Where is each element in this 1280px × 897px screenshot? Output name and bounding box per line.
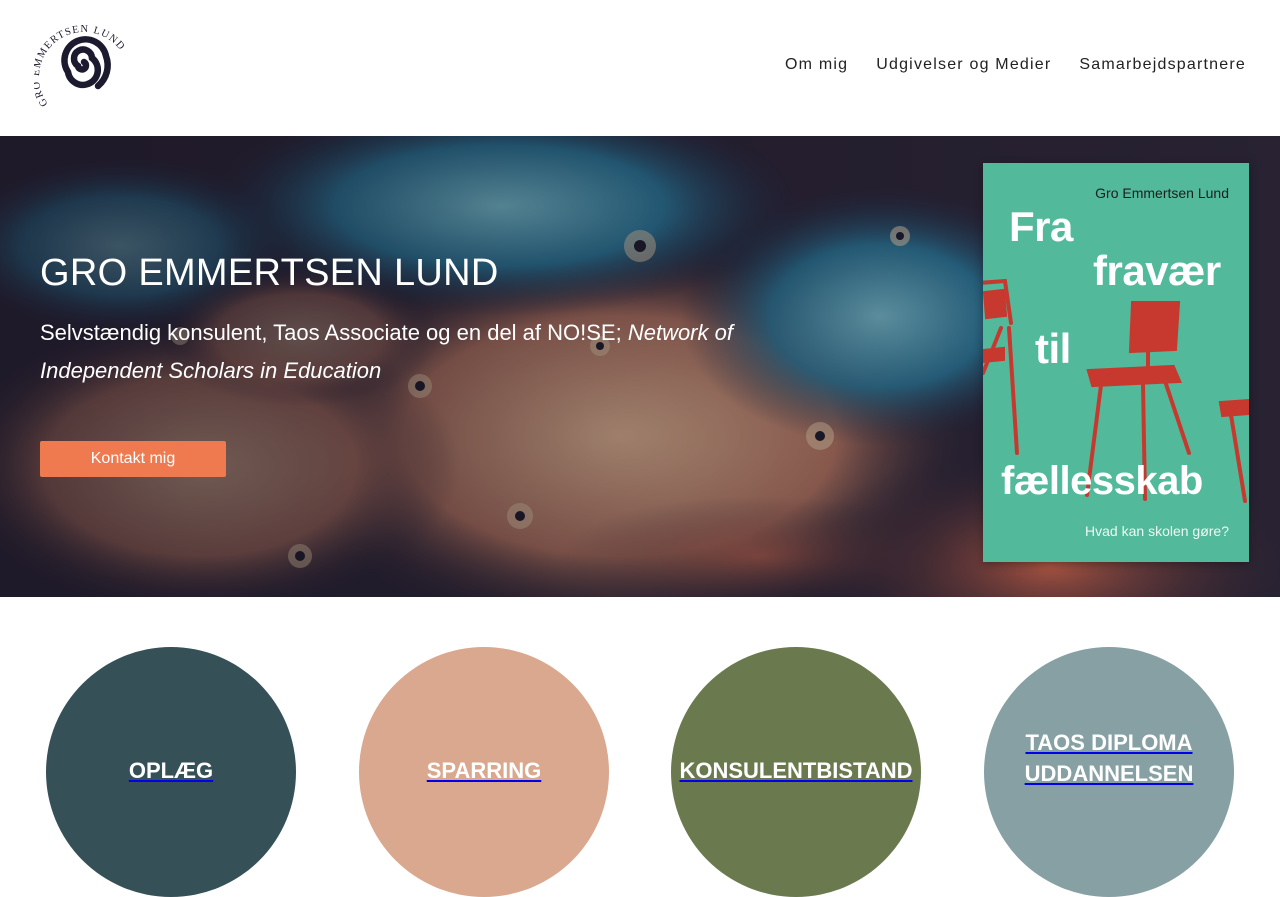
- hero-subtitle-plain: Selvstændig konsulent, Taos Associate og…: [40, 320, 628, 345]
- book-cover[interactable]: Gro Emmertsen Lund Fra fravær til fælles…: [983, 163, 1249, 562]
- site-header: GRO EMMERTSEN LUND Om mig Udgivelser og …: [0, 0, 1280, 136]
- main-nav: Om mig Udgivelser og Medier Samarbejdspa…: [785, 56, 1246, 74]
- service-label: SPARRING: [426, 757, 542, 783]
- book-title-word: fravær: [1093, 247, 1221, 294]
- services-section: OPLÆG SPARRING KONSULENTBISTAND TAOS DIP…: [0, 597, 1280, 897]
- nav-item-samarbejdspartnere[interactable]: Samarbejdspartnere: [1079, 56, 1246, 74]
- nav-item-udgivelser[interactable]: Udgivelser og Medier: [876, 56, 1051, 74]
- site-logo[interactable]: GRO EMMERTSEN LUND: [31, 20, 126, 116]
- book-tagline: Hvad kan skolen gøre?: [1085, 523, 1229, 539]
- service-sparring[interactable]: SPARRING: [359, 647, 609, 897]
- service-taos-diploma[interactable]: TAOS DIPLOMA UDDANNELSEN: [984, 647, 1234, 897]
- hero-banner: GRO EMMERTSEN LUND Selvstændig konsulent…: [0, 136, 1280, 597]
- book-title-word: Fra: [1009, 203, 1073, 250]
- service-label: KONSULENTBISTAND: [679, 757, 913, 783]
- hero-subtitle: Selvstændig konsulent, Taos Associate og…: [40, 314, 860, 390]
- service-label: TAOS DIPLOMA UDDANNELSEN: [1024, 730, 1194, 786]
- book-title-word: til: [1035, 325, 1071, 372]
- spiral-icon: GRO EMMERTSEN LUND: [31, 24, 126, 108]
- service-oplaeg[interactable]: OPLÆG: [46, 647, 296, 897]
- book-title-word: fællesskab: [1001, 459, 1203, 503]
- service-konsulentbistand[interactable]: KONSULENTBISTAND: [671, 647, 921, 897]
- service-label: OPLÆG: [128, 757, 214, 783]
- contact-button[interactable]: Kontakt mig: [40, 441, 226, 477]
- hero-title: GRO EMMERTSEN LUND: [40, 252, 499, 294]
- book-author: Gro Emmertsen Lund: [1095, 185, 1229, 201]
- nav-item-om-mig[interactable]: Om mig: [785, 56, 848, 74]
